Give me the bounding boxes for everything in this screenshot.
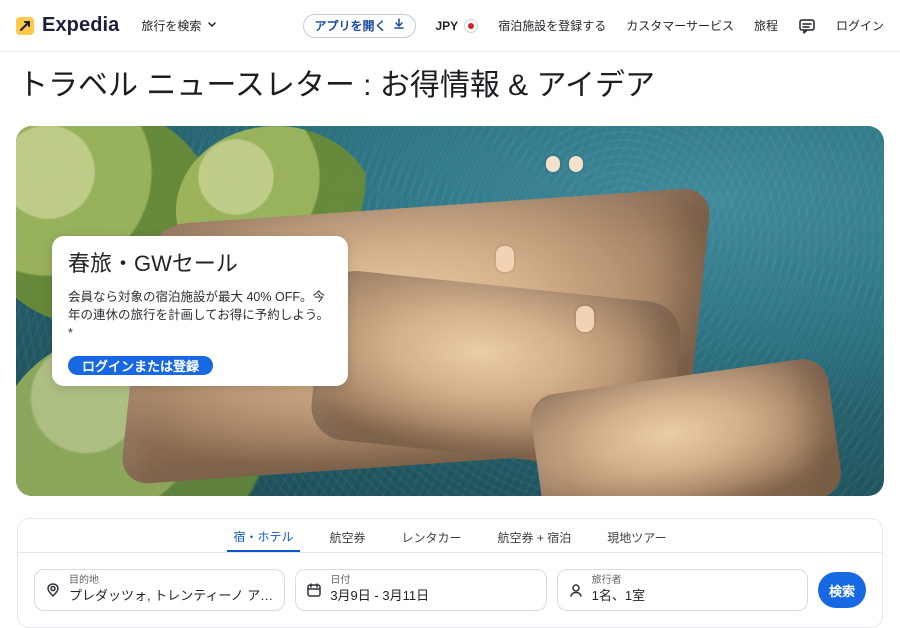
location-pin-icon xyxy=(45,582,61,598)
download-icon xyxy=(393,18,405,33)
tab-packages[interactable]: 航空券 + 宿泊 xyxy=(492,522,578,552)
user-icon xyxy=(568,582,584,598)
japan-flag-icon xyxy=(464,18,479,33)
open-app-button[interactable]: アプリを開く xyxy=(303,13,416,38)
hero-banner: 春旅・GWセール 会員なら対象の宿泊施設が最大 40% OFF。今年の連休の旅行… xyxy=(16,126,884,496)
travelers-field[interactable]: 旅行者 1名、1室 xyxy=(556,569,808,611)
promo-title: 春旅・GWセール xyxy=(68,251,238,276)
header-left: Expedia 旅行を検索 xyxy=(16,14,217,38)
login-or-register-button[interactable]: ログインまたは登録 xyxy=(68,356,214,375)
tab-activities[interactable]: 現地ツアー xyxy=(601,522,672,552)
page-title: トラベル ニュースレター : お得情報 & アイデア xyxy=(18,69,656,102)
promo-card: 春旅・GWセール 会員なら対象の宿泊施設が最大 40% OFF。今年の連休の旅行… xyxy=(52,236,348,386)
shop-label: 旅行を検索 xyxy=(141,19,202,33)
search-panel: 宿・ホテル 航空券 レンタカー 航空券 + 宿泊 現地ツアー 目的地 プレダッツ… xyxy=(17,518,883,628)
dates-value: 3月9日 - 3月11日 xyxy=(330,588,430,603)
open-app-label: アプリを開く xyxy=(314,19,387,33)
search-tabs: 宿・ホテル 航空券 レンタカー 航空券 + 宿泊 現地ツアー xyxy=(18,519,882,553)
tab-flights[interactable]: 航空券 xyxy=(324,522,372,552)
search-button[interactable]: 検索 xyxy=(817,572,866,608)
header-right: アプリを開く JPY 宿泊施設を登録する カスタマーサービス 旅程 ログイン xyxy=(303,13,884,38)
logo-text: Expedia xyxy=(42,14,120,36)
shop-menu[interactable]: 旅行を検索 xyxy=(141,17,217,34)
expedia-logo-icon xyxy=(16,16,34,35)
dates-texts: 日付 3月9日 - 3月11日 xyxy=(330,575,429,605)
tab-cars[interactable]: レンタカー xyxy=(396,522,468,552)
dates-field[interactable]: 日付 3月9日 - 3月11日 xyxy=(295,569,547,611)
expedia-logo[interactable]: Expedia xyxy=(16,14,119,38)
search-fields: 目的地 プレダッツォ, トレンティーノ アルト ... 日付 3月9日 - 3月… xyxy=(18,553,882,627)
person-on-rock xyxy=(496,246,514,272)
travelers-value: 1名、1室 xyxy=(591,588,646,603)
destination-label: 目的地 xyxy=(69,575,99,586)
swimmer xyxy=(546,156,560,172)
travelers-label: 旅行者 xyxy=(591,575,622,586)
login-link[interactable]: ログイン xyxy=(836,17,884,34)
trips-link[interactable]: 旅程 xyxy=(754,17,778,34)
support-link[interactable]: カスタマーサービス xyxy=(626,17,734,34)
destination-value: プレダッツォ, トレンティーノ アルト ... xyxy=(69,588,274,603)
tab-hotels[interactable]: 宿・ホテル xyxy=(227,522,300,552)
top-header: Expedia 旅行を検索 アプリを開く JPY 宿泊施設を登録する カスタマー… xyxy=(0,0,900,52)
message-icon[interactable] xyxy=(798,17,816,35)
currency-selector[interactable]: JPY xyxy=(435,18,479,33)
register-link[interactable]: 宿泊施設を登録する xyxy=(498,17,606,34)
currency-label: JPY xyxy=(435,18,459,33)
swimmer xyxy=(569,156,583,172)
promo-text: 会員なら対象の宿泊施設が最大 40% OFF。今年の連休の旅行を計画してお得に予… xyxy=(68,290,330,340)
dates-label: 日付 xyxy=(330,575,351,586)
calendar-icon xyxy=(306,582,322,598)
travelers-texts: 旅行者 1名、1室 xyxy=(592,575,645,605)
destination-field[interactable]: 目的地 プレダッツォ, トレンティーノ アルト ... xyxy=(34,569,286,611)
destination-texts: 目的地 プレダッツォ, トレンティーノ アルト ... xyxy=(69,575,274,605)
chevron-down-icon xyxy=(207,19,217,33)
person-on-rock xyxy=(576,306,594,332)
